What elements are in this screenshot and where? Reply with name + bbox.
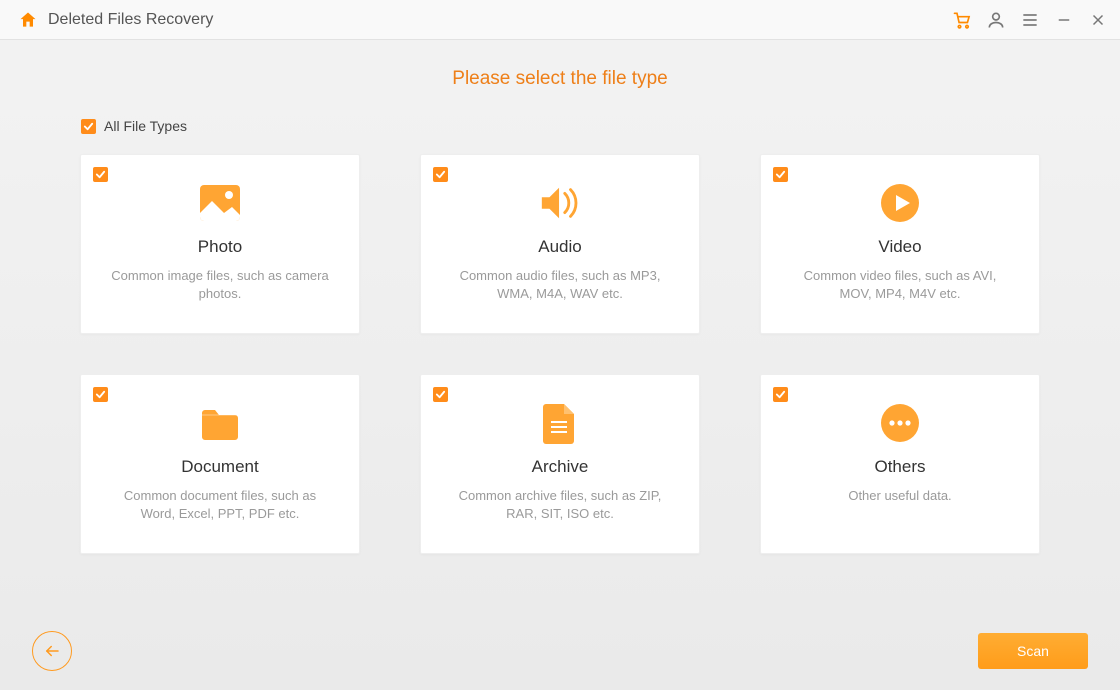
card-document[interactable]: Document Common document files, such as … <box>80 374 360 554</box>
video-icon <box>878 181 922 225</box>
user-icon[interactable] <box>986 10 1006 30</box>
card-document-checkbox[interactable] <box>93 387 108 402</box>
close-icon[interactable] <box>1088 10 1108 30</box>
archive-icon <box>538 401 582 445</box>
card-audio-checkbox[interactable] <box>433 167 448 182</box>
card-others-desc: Other useful data. <box>842 487 957 505</box>
back-button[interactable] <box>32 631 72 671</box>
document-icon <box>198 401 242 445</box>
audio-icon <box>538 181 582 225</box>
cart-icon[interactable] <box>952 10 972 30</box>
card-photo-title: Photo <box>198 237 242 257</box>
card-video[interactable]: Video Common video files, such as AVI, M… <box>760 154 1040 334</box>
card-others[interactable]: Others Other useful data. <box>760 374 1040 554</box>
card-video-desc: Common video files, such as AVI, MOV, MP… <box>781 267 1019 302</box>
card-photo-checkbox[interactable] <box>93 167 108 182</box>
file-type-grid: Photo Common image files, such as camera… <box>80 154 1040 554</box>
title-bar: Deleted Files Recovery <box>0 0 1120 40</box>
card-others-title: Others <box>874 457 925 477</box>
window-title: Deleted Files Recovery <box>48 11 952 29</box>
card-video-title: Video <box>878 237 921 257</box>
window-actions <box>952 10 1108 30</box>
page-heading: Please select the file type <box>0 68 1120 90</box>
home-icon[interactable] <box>18 10 38 30</box>
photo-icon <box>198 181 242 225</box>
menu-icon[interactable] <box>1020 10 1040 30</box>
scan-button[interactable]: Scan <box>978 633 1088 669</box>
card-video-checkbox[interactable] <box>773 167 788 182</box>
minimize-icon[interactable] <box>1054 10 1074 30</box>
card-audio-title: Audio <box>538 237 581 257</box>
footer-bar: Scan <box>0 612 1120 690</box>
all-file-types-checkbox[interactable] <box>81 119 96 134</box>
card-archive-title: Archive <box>532 457 589 477</box>
card-photo-desc: Common image files, such as camera photo… <box>101 267 339 302</box>
card-archive-desc: Common archive files, such as ZIP, RAR, … <box>441 487 679 522</box>
card-document-title: Document <box>181 457 258 477</box>
others-icon <box>878 401 922 445</box>
card-archive-checkbox[interactable] <box>433 387 448 402</box>
card-others-checkbox[interactable] <box>773 387 788 402</box>
card-audio[interactable]: Audio Common audio files, such as MP3, W… <box>420 154 700 334</box>
card-archive[interactable]: Archive Common archive files, such as ZI… <box>420 374 700 554</box>
all-file-types-label: All File Types <box>104 118 187 134</box>
card-audio-desc: Common audio files, such as MP3, WMA, M4… <box>441 267 679 302</box>
card-photo[interactable]: Photo Common image files, such as camera… <box>80 154 360 334</box>
all-file-types-row[interactable]: All File Types <box>81 118 1120 134</box>
card-document-desc: Common document files, such as Word, Exc… <box>101 487 339 522</box>
